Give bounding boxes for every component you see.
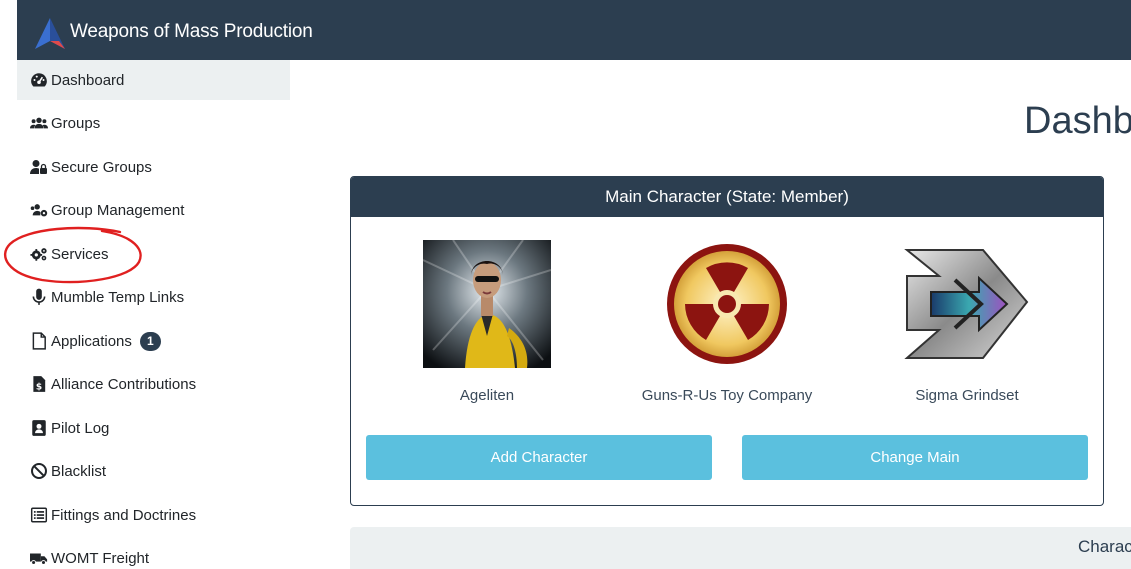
alliance-item: Sigma Grindset (842, 240, 1092, 404)
truck-icon (30, 549, 48, 567)
svg-text:$: $ (36, 383, 42, 393)
dashboard-icon (30, 71, 48, 89)
page-title: Dashb (1024, 100, 1131, 142)
sidebar-item-label: Alliance Contributions (51, 375, 197, 393)
file-icon (30, 332, 48, 350)
brand-name[interactable]: Weapons of Mass Production (70, 21, 313, 43)
alliance-name: Sigma Grindset (915, 387, 1019, 404)
sidebar-item-group-management[interactable]: Group Management (17, 190, 290, 230)
sidebar-item-label: Fittings and Doctrines (51, 506, 197, 524)
sidebar-item-dashboard[interactable]: Dashboard (17, 60, 290, 100)
sidebar-item-label: Blacklist (51, 462, 107, 480)
character-name: Ageliten (459, 387, 515, 404)
brand-logo[interactable] (35, 18, 65, 50)
sidebar-item-label: Secure Groups (51, 158, 152, 176)
sidebar-item-label: Applications (51, 332, 132, 350)
character-item: Ageliten (362, 240, 612, 404)
sidebar-item-label: Dashboard (51, 71, 125, 89)
alliance-logo[interactable] (903, 240, 1031, 368)
sidebar-item-womt-freight[interactable]: WOMT Freight (17, 538, 290, 569)
annotation-circle (4, 226, 142, 284)
character-portrait[interactable] (423, 240, 551, 368)
sidebar-item-groups[interactable]: Groups (17, 103, 290, 143)
address-book-icon (30, 419, 48, 437)
sidebar-item-pilot-log[interactable]: Pilot Log (17, 408, 290, 448)
sidebar-item-label: Group Management (51, 201, 185, 219)
main-character-header: Main Character (State: Member) (351, 177, 1103, 217)
corporation-item: Guns-R-Us Toy Company (602, 240, 852, 404)
top-navbar: Weapons of Mass Production (17, 0, 1131, 60)
sidebar-item-label: WOMT Freight (51, 549, 150, 567)
sidebar-item-blacklist[interactable]: Blacklist (17, 451, 290, 491)
users-cog-icon (30, 201, 48, 219)
corporation-name: Guns-R-Us Toy Company (641, 387, 813, 404)
list-alt-icon (30, 506, 48, 524)
users-icon (30, 114, 48, 132)
file-invoice-dollar-icon: $ (30, 375, 48, 393)
sidebar-item-alliance-contributions[interactable]: $ Alliance Contributions (17, 364, 290, 404)
corporation-logo[interactable] (663, 240, 791, 368)
applications-count-badge: 1 (139, 331, 161, 351)
sidebar-item-label: Mumble Temp Links (51, 288, 185, 306)
sidebar-item-applications[interactable]: Applications 1 (17, 321, 290, 361)
sidebar-item-label: Pilot Log (51, 419, 110, 437)
add-character-button[interactable]: Add Character (366, 435, 712, 480)
characters-card-header: Charac (1078, 537, 1131, 556)
ban-icon (30, 462, 48, 480)
sidebar-item-label: Groups (51, 114, 101, 132)
user-lock-icon (30, 158, 48, 176)
main-character-card: Main Character (State: Member) Ageliten … (350, 176, 1104, 506)
sidebar-item-secure-groups[interactable]: Secure Groups (17, 147, 290, 187)
characters-card: Charac (350, 527, 1131, 569)
change-main-button[interactable]: Change Main (742, 435, 1088, 480)
sidebar-item-fittings-and-doctrines[interactable]: Fittings and Doctrines (17, 495, 290, 535)
sidebar: Dashboard Groups Secure Groups Group Man… (17, 60, 290, 569)
microphone-icon (30, 288, 48, 306)
